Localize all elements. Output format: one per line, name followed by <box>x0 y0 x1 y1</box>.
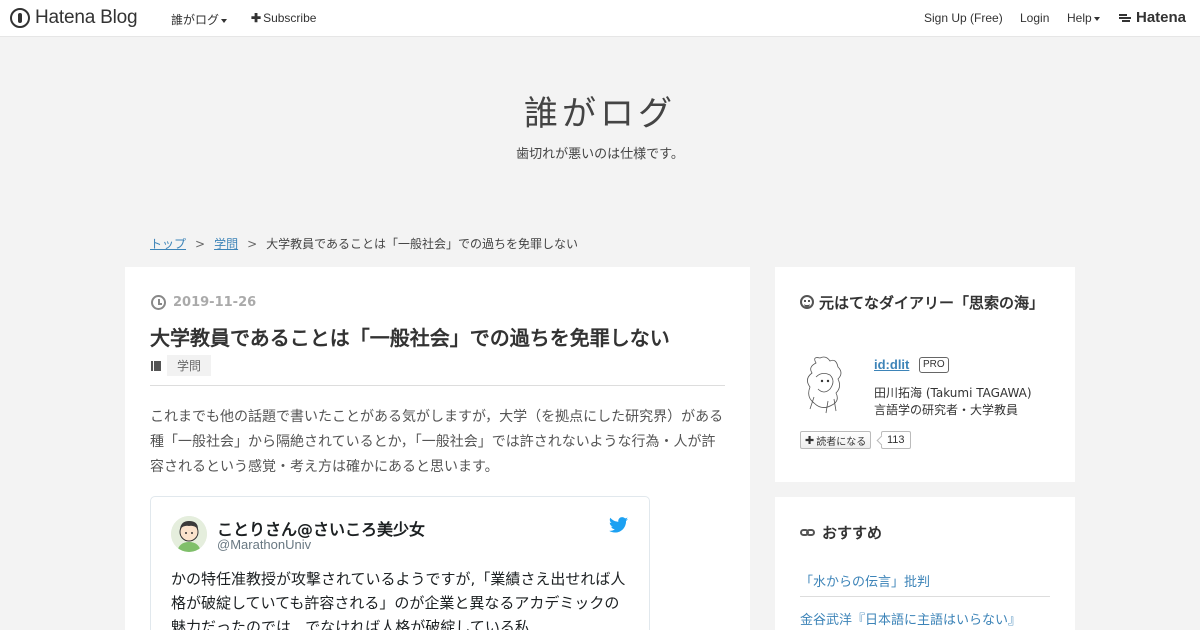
profile-name: 田川拓海 (Takumi TAGAWA) <box>874 386 1032 400</box>
entry-divider <box>150 385 725 386</box>
hatena-blog-logo[interactable]: Hatena Blog <box>10 7 138 29</box>
breadcrumb-category-link[interactable]: 学問 <box>214 235 238 252</box>
blog-menu-label: 誰がログ <box>171 13 220 27</box>
smile-icon <box>800 295 814 309</box>
hatena-logo-text: Hatena <box>1136 9 1187 26</box>
signup-link[interactable]: Sign Up (Free) <box>924 11 1003 25</box>
category-folder-icon <box>151 360 161 371</box>
recommend-module-title: おすすめ <box>800 521 1050 546</box>
help-menu[interactable]: Help <box>1067 11 1100 25</box>
profile-avatar[interactable] <box>800 353 860 419</box>
breadcrumb: トップ > 学問 > 大学教員であることは「一般社会」での過ちを免罪しない <box>150 235 578 252</box>
tweet-text: かの特任准教授が攻撃されているようですが,「業績さえ出せれば人格が破綻していても… <box>171 570 626 630</box>
link-icon <box>800 528 816 538</box>
recommend-module-title-text: おすすめ <box>822 524 883 542</box>
help-label: Help <box>1067 11 1092 25</box>
recommend-link[interactable]: 「水からの伝言」批判 <box>800 571 1050 590</box>
subscribe-label: Subscribe <box>263 11 317 25</box>
recommend-divider <box>800 596 1050 597</box>
sidebar-profile-module: 元はてなダイアリー「思索の海」 id:dlit PRO 田川拓海 (Takumi… <box>775 267 1075 482</box>
logo-text: Hatena Blog <box>35 7 138 28</box>
hatena-logo-icon <box>1119 13 1133 23</box>
entry-title[interactable]: 大学教員であることは「一般社会」での過ちを免罪しない <box>150 322 670 351</box>
category-tag[interactable]: 学問 <box>167 355 212 376</box>
chevron-down-icon <box>1093 16 1100 21</box>
blog-title[interactable]: 誰がログ <box>0 86 1200 135</box>
subscribe-reader-button[interactable]: ✚ 読者になる <box>800 431 872 449</box>
profile-module-title-text: 元はてなダイアリー「思索の海」 <box>819 294 1045 312</box>
chevron-down-icon <box>221 18 228 23</box>
article-entry: 2019-11-26 大学教員であることは「一般社会」での過ちを免罪しない 学問… <box>125 267 750 630</box>
blog-menu-dropdown[interactable]: 誰がログ <box>171 11 228 28</box>
global-header-bar: Hatena Blog 誰がログ ✚ Subscribe Sign Up (Fre… <box>0 0 1200 37</box>
entry-date-text: 2019-11-26 <box>173 295 257 310</box>
profile-bio: 言語学の研究者・大学教員 <box>874 403 1019 417</box>
breadcrumb-separator: > <box>195 236 206 251</box>
hatena-blog-logo-icon <box>10 8 30 28</box>
tweet-avatar[interactable] <box>171 516 207 552</box>
login-link[interactable]: Login <box>1020 11 1049 25</box>
pro-badge: PRO <box>919 357 949 373</box>
breadcrumb-separator: > <box>247 236 258 251</box>
plus-icon: ✚ <box>251 11 262 25</box>
subscribe-button[interactable]: ✚ Subscribe <box>251 11 316 25</box>
entry-date[interactable]: 2019-11-26 <box>151 295 256 310</box>
breadcrumb-current: 大学教員であることは「一般社会」での過ちを免罪しない <box>266 237 579 251</box>
subscribe-reader-label: 読者になる <box>816 436 867 448</box>
profile-id-link[interactable]: id:dlit <box>874 357 909 372</box>
recommend-link[interactable]: 金谷武洋『日本語に主語はいらない』 <box>800 609 1050 628</box>
subscriber-count[interactable]: 113 <box>881 431 911 449</box>
entry-categories: 学問 <box>151 355 212 376</box>
tweet-author-handle[interactable]: @MarathonUniv <box>217 537 311 552</box>
embedded-tweet[interactable]: ことりさん@さいころ美少女 @MarathonUniv かの特任准教授が攻撃され… <box>150 496 650 630</box>
breadcrumb-top-link[interactable]: トップ <box>150 235 186 252</box>
hatena-logo[interactable]: Hatena <box>1119 9 1186 26</box>
blog-description: 歯切れが悪いのは仕様です。 <box>516 147 684 162</box>
profile-module-title: 元はてなダイアリー「思索の海」 <box>800 291 1050 316</box>
sidebar-recommend-module: おすすめ 「水からの伝言」批判 金谷武洋『日本語に主語はいらない』 <box>775 497 1075 630</box>
plus-icon: ✚ <box>805 433 815 447</box>
clock-icon <box>151 295 166 310</box>
entry-body-paragraph: これまでも他の話題で書いたことがある気がしますが，大学（を拠点にした研究界）があ… <box>150 409 724 475</box>
twitter-bird-icon[interactable] <box>609 517 628 537</box>
